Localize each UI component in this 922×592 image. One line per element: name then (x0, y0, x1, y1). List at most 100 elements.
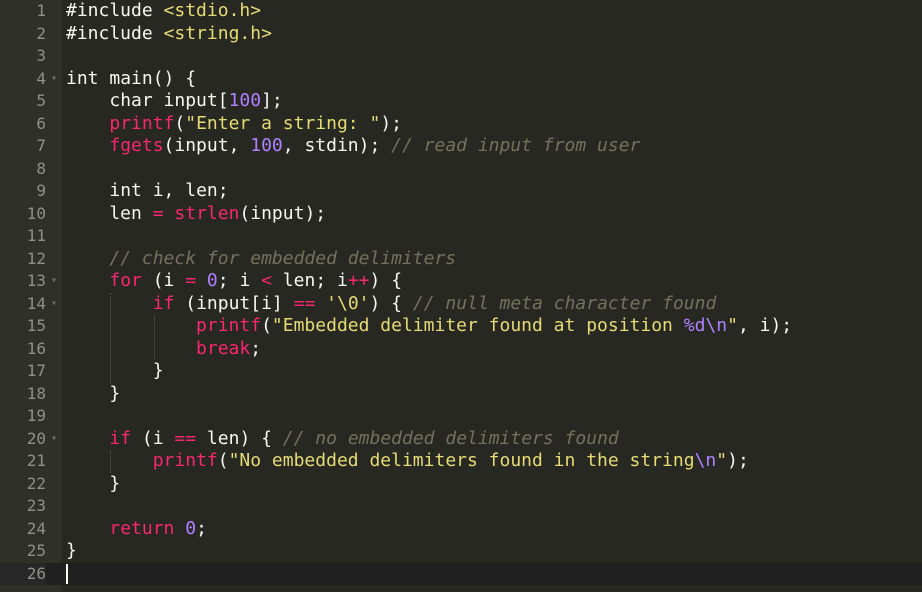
code-token: int (109, 180, 153, 201)
code-token: 0 (185, 517, 197, 539)
line-number: 23 (26, 496, 46, 515)
code-line[interactable]: 23 (0, 495, 922, 518)
code-token: } (66, 540, 77, 561)
code-token: // null meta character found (412, 292, 717, 314)
code-token: printf (109, 112, 175, 134)
line-number: 22 (26, 473, 46, 493)
line-number: 19 (26, 406, 46, 425)
code-token: (input); (239, 202, 327, 224)
code-line[interactable]: 7 fgets(input, 100, stdin); // read inpu… (0, 135, 922, 158)
code-line[interactable]: 8 (0, 158, 922, 181)
fold-arrow-icon[interactable]: ▾ (49, 428, 59, 451)
text-cursor (66, 564, 68, 584)
code-token: return (109, 517, 175, 539)
code-line[interactable]: 10 len = strlen(input); (0, 203, 922, 226)
code-line[interactable]: 24 return 0; (0, 518, 922, 541)
code-line[interactable]: 6 printf("Enter a string: "); (0, 113, 922, 136)
code-token: ( (217, 450, 229, 471)
line-number: 12 (26, 248, 46, 268)
code-line[interactable]: 12 // check for embedded delimiters (0, 248, 922, 271)
code-line[interactable]: 4 ▾ int main() { (0, 68, 922, 91)
code-token: ; (196, 517, 207, 539)
code-token: #include (66, 0, 164, 21)
code-text: break; (66, 338, 261, 361)
code-token: fgets (109, 135, 164, 156)
code-token: ) { (369, 292, 413, 314)
code-token: (input, (163, 135, 251, 156)
code-text: #include <string.h> (66, 23, 272, 46)
code-line[interactable]: 14 ▾ if (input[i] == '\0') { // null meta… (0, 293, 922, 316)
code-line[interactable]: 20 ▾ if (i == len) { // no embedded delim… (0, 428, 922, 451)
fold-arrow-icon[interactable]: ▾ (49, 68, 59, 91)
code-line[interactable]: 22 } (0, 473, 922, 496)
code-token: printf (196, 315, 262, 336)
code-token: = (185, 270, 197, 291)
line-number: 4 (36, 68, 46, 88)
code-line[interactable]: 3 (0, 45, 922, 68)
fold-arrow-icon[interactable]: ▾ (49, 293, 59, 316)
code-token: 0 (206, 270, 218, 291)
line-number: 8 (36, 158, 46, 178)
code-line[interactable]: 11 (0, 225, 922, 248)
indent-guide (110, 451, 111, 473)
code-line[interactable]: 9 int i, len; (0, 180, 922, 203)
code-token: ( (174, 112, 186, 134)
code-text: } (66, 540, 77, 563)
code-text: #include <stdio.h> (66, 0, 261, 23)
code-editor[interactable]: 1 #include <stdio.h> 2 #include <string.h> 3… (0, 0, 922, 592)
code-line[interactable]: 25} (0, 540, 922, 563)
code-line[interactable]: 19 (0, 405, 922, 428)
code-token: , stdin); (282, 135, 392, 156)
code-text: int i, len; (66, 180, 229, 203)
line-number: 5 (36, 91, 46, 110)
indent-guide (154, 315, 155, 360)
code-line[interactable]: 18 } (0, 383, 922, 406)
code-line[interactable]: 15 printf("Embedded delimiter found at p… (0, 315, 922, 338)
fold-arrow-icon[interactable]: ▾ (49, 270, 59, 293)
line-number: 25 (26, 541, 46, 560)
code-token: ; (250, 337, 262, 359)
line-number: 21 (26, 451, 46, 470)
code-text: if (input[i] == '\0') { // null meta cha… (66, 292, 717, 316)
code-line[interactable]: 26 (0, 562, 922, 585)
code-token: } (66, 382, 121, 404)
code-token: } (66, 360, 164, 381)
code-token: #include (66, 22, 164, 44)
code-token: i, len; (152, 180, 229, 201)
code-token: strlen (174, 202, 240, 224)
code-token: "No embedded delimiters found in the str… (228, 450, 695, 471)
code-token: (i (131, 427, 175, 449)
code-line[interactable]: 21 printf("No embedded delimiters found … (0, 450, 922, 473)
code-line[interactable]: 13 ▾ for (i = 0; i < len; i++) { (0, 270, 922, 293)
code-line[interactable]: 2 #include <string.h> (0, 23, 922, 46)
code-token: <stdio.h> (163, 0, 262, 21)
code-token: () { (152, 67, 197, 89)
code-text: len = strlen(input); (66, 203, 326, 226)
code-line[interactable]: 1 #include <stdio.h> (0, 0, 922, 23)
code-token: printf (152, 450, 218, 471)
code-token: for (109, 270, 142, 291)
code-line[interactable]: 5 char input[100]; (0, 90, 922, 113)
code-token: 100 (250, 135, 283, 156)
code-line[interactable]: 16 break; (0, 338, 922, 361)
code-line[interactable]: 17 } (0, 360, 922, 383)
code-text: char input[100]; (66, 90, 282, 113)
code-text: printf("Embedded delimiter found at posi… (66, 315, 792, 338)
code-text: } (66, 360, 164, 383)
code-lines[interactable]: 1 #include <stdio.h> 2 #include <string.h> 3… (0, 0, 922, 585)
code-token: // check for embedded delimiters (109, 247, 457, 269)
line-number: 2 (36, 23, 46, 43)
line-number: 9 (36, 181, 46, 200)
line-number: 26 (0, 562, 46, 585)
code-token: (input[i] (174, 292, 294, 314)
code-token: // read input from user (391, 135, 641, 156)
code-text: } (66, 383, 120, 406)
